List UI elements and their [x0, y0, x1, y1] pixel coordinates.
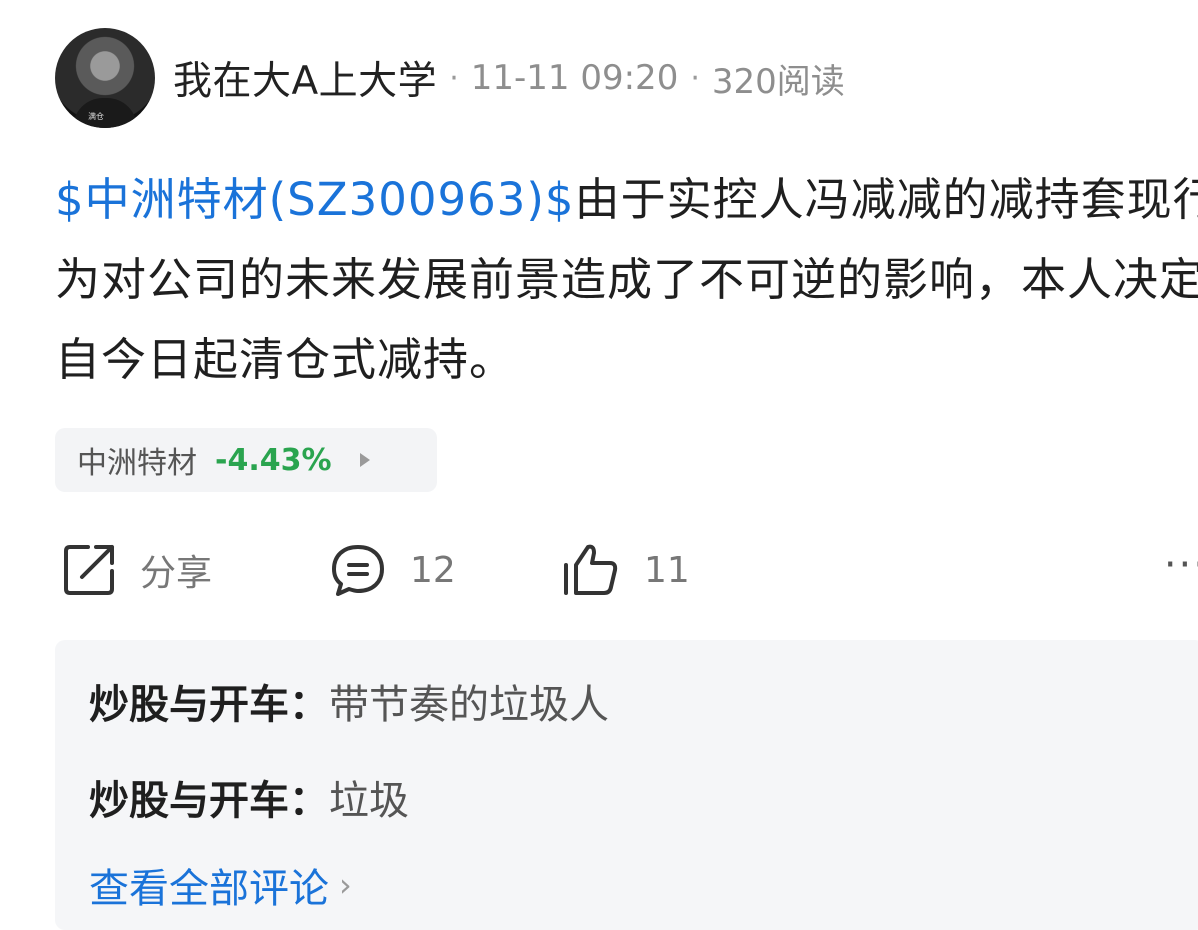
comment-colon: ： — [289, 778, 329, 824]
share-label: 分享 — [140, 553, 213, 594]
view-all-comments-link[interactable]: 查看全部评论 › — [89, 856, 352, 914]
share-icon — [60, 541, 118, 599]
post-body: $中洲特材(SZ300963)$由于实控人冯减减的减持套现行为对公司的未来发展前… — [55, 160, 1198, 400]
comment-text: 垃圾 — [329, 778, 409, 824]
comment-preview: 炒股与开车：带节奏的垃圾人 炒股与开车：垃圾 查看全部评论 › — [55, 640, 1198, 930]
comment-item[interactable]: 炒股与开车：垃圾 — [89, 768, 409, 826]
author-avatar[interactable]: 满仓 — [55, 28, 155, 128]
comment-user[interactable]: 炒股与开车 — [89, 682, 289, 728]
chevron-right-icon: › — [339, 866, 352, 904]
comment-colon: ： — [289, 682, 329, 728]
meta-separator: · — [449, 60, 459, 96]
post-header: 满仓 我在大A上大学 · 11-11 09:20 · 320阅读 — [55, 28, 845, 128]
comment-user[interactable]: 炒股与开车 — [89, 778, 289, 824]
comment-count: 12 — [410, 549, 456, 591]
thumbs-up-icon — [560, 541, 622, 599]
share-button[interactable]: 分享 — [60, 538, 212, 602]
meta-separator: · — [690, 60, 700, 96]
stock-chip[interactable]: 中洲特材 -4.43% — [55, 428, 437, 492]
stock-chip-name: 中洲特材 — [77, 446, 197, 481]
author-name[interactable]: 我在大A上大学 — [173, 50, 437, 106]
read-count: 320阅读 — [711, 61, 845, 102]
stock-link[interactable]: $中洲特材(SZ300963)$ — [55, 173, 575, 226]
avatar-caption: 满仓 — [88, 112, 104, 121]
play-arrow-icon — [359, 453, 370, 467]
like-count: 11 — [644, 549, 690, 591]
comment-icon — [328, 541, 388, 599]
like-button[interactable]: 11 — [560, 538, 690, 602]
comment-text: 带节奏的垃圾人 — [329, 682, 609, 728]
action-bar: 分享 12 11 ··· — [60, 538, 1198, 602]
stock-chip-change: -4.43% — [215, 442, 332, 478]
comment-item[interactable]: 炒股与开车：带节奏的垃圾人 — [89, 672, 609, 730]
comment-button[interactable]: 12 — [328, 538, 456, 602]
more-options-icon[interactable]: ··· — [1164, 542, 1198, 588]
view-all-label: 查看全部评论 — [89, 866, 329, 912]
post-timestamp: 11-11 09:20 — [470, 58, 679, 98]
